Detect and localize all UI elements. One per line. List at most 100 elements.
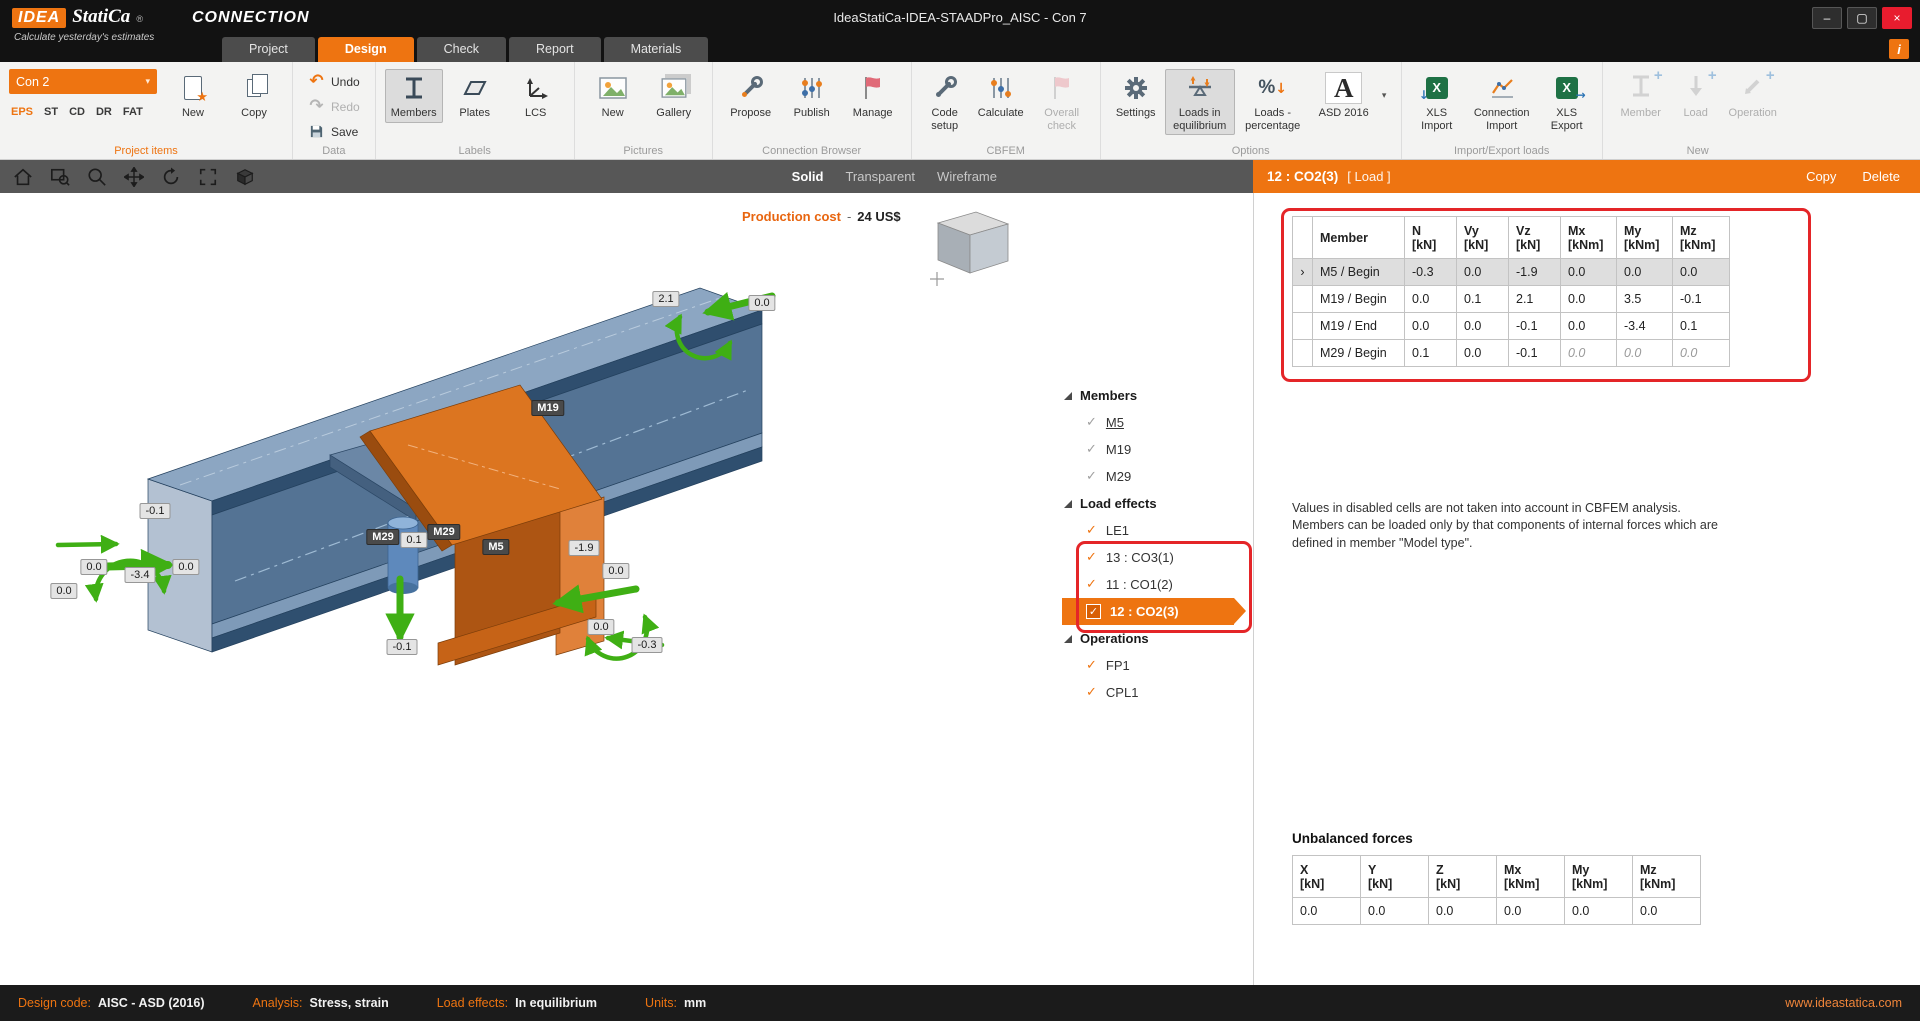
force-value-cell[interactable]: 0.0	[1405, 313, 1457, 340]
copy-load-button[interactable]: Copy	[1806, 169, 1836, 184]
checkbox-icon[interactable]: ✓	[1086, 443, 1097, 456]
info-button[interactable]: i	[1889, 39, 1909, 59]
navigation-cube[interactable]	[930, 212, 1008, 286]
tab-materials[interactable]: Materials	[604, 37, 709, 62]
zoom-icon[interactable]	[86, 166, 108, 188]
new-project-item-button[interactable]: ★ New	[164, 69, 222, 123]
flag-eps[interactable]: EPS	[11, 106, 33, 118]
flag-cd[interactable]: CD	[69, 106, 85, 118]
force-value-cell[interactable]: 0.0	[1561, 286, 1617, 313]
plates-labels-button[interactable]: Plates	[446, 69, 504, 123]
force-value-cell[interactable]: 0.0	[1673, 259, 1730, 286]
tab-check[interactable]: Check	[417, 37, 506, 62]
collapse-arrow-icon[interactable]	[1064, 635, 1072, 643]
home-view-icon[interactable]	[12, 166, 34, 188]
tree-item-m19[interactable]: ✓M19	[1062, 436, 1234, 463]
force-value-cell[interactable]: -0.1	[1509, 340, 1561, 367]
force-value-cell[interactable]: 0.1	[1457, 286, 1509, 313]
row-selector-cell[interactable]	[1293, 286, 1313, 313]
checkbox-icon[interactable]: ✓	[1086, 524, 1097, 537]
force-value-cell[interactable]: 0.0	[1561, 259, 1617, 286]
collapse-arrow-icon[interactable]	[1064, 500, 1072, 508]
force-value-cell[interactable]: -0.3	[1405, 259, 1457, 286]
forces-row-m19-end[interactable]: M19 / End0.00.0-0.10.0-3.40.1	[1293, 313, 1730, 340]
force-value-cell[interactable]: 0.0	[1457, 259, 1509, 286]
row-selector-cell[interactable]: ›	[1293, 259, 1313, 286]
connection-selector[interactable]: Con 2 ▾	[9, 69, 157, 94]
tree-item-m5[interactable]: ✓M5	[1062, 409, 1234, 436]
force-value-cell[interactable]: 2.1	[1509, 286, 1561, 313]
view-mode-solid[interactable]: Solid	[792, 169, 824, 184]
design-code-split-button[interactable]: A ASD 2016 ▾	[1311, 69, 1392, 123]
checkbox-icon[interactable]: ✓	[1086, 551, 1097, 564]
force-value-cell[interactable]: 0.0	[1617, 259, 1673, 286]
force-value-cell[interactable]: 0.0	[1457, 340, 1509, 367]
members-labels-button[interactable]: Members	[385, 69, 443, 123]
view-mode-wireframe[interactable]: Wireframe	[937, 169, 997, 184]
pan-icon[interactable]	[123, 166, 145, 188]
lcs-labels-button[interactable]: LCS	[507, 69, 565, 123]
tree-item-11-co1-2[interactable]: ✓11 : CO1(2)	[1062, 571, 1234, 598]
delete-load-button[interactable]: Delete	[1862, 169, 1900, 184]
new-operation-button[interactable]: + Operation	[1722, 69, 1784, 123]
new-load-button[interactable]: + Load	[1673, 69, 1719, 123]
gallery-button[interactable]: Gallery	[645, 69, 703, 123]
new-picture-button[interactable]: New	[584, 69, 642, 123]
chevron-down-icon[interactable]: ▾	[1377, 69, 1392, 123]
tab-project[interactable]: Project	[222, 37, 315, 62]
website-link[interactable]: www.ideastatica.com	[1785, 996, 1902, 1010]
checkbox-icon[interactable]: ✓	[1086, 578, 1097, 591]
force-value-cell[interactable]: 0.1	[1673, 313, 1730, 340]
tab-design[interactable]: Design	[318, 37, 414, 62]
loads-percentage-button[interactable]: %↓ Loads - percentage	[1238, 69, 1308, 135]
connection-import-button[interactable]: Connection Import	[1466, 69, 1538, 135]
tree-section-members[interactable]: Members	[1062, 382, 1252, 409]
checkbox-icon[interactable]: ✓	[1086, 416, 1097, 429]
xls-import-button[interactable]: X↓ XLS Import	[1411, 69, 1463, 135]
loads-in-equilibrium-button[interactable]: Loads in equilibrium	[1165, 69, 1235, 135]
propose-button[interactable]: Propose	[722, 69, 780, 123]
row-selector-cell[interactable]	[1293, 313, 1313, 340]
zoom-extents-icon[interactable]	[197, 166, 219, 188]
checkbox-icon[interactable]: ✓	[1086, 659, 1097, 672]
row-selector-cell[interactable]	[1293, 340, 1313, 367]
force-value-cell[interactable]: 0.0	[1561, 340, 1617, 367]
xls-export-button[interactable]: X→ XLS Export	[1541, 69, 1593, 135]
redo-button[interactable]: ↷Redo	[302, 96, 366, 117]
tree-section-load-effects[interactable]: Load effects	[1062, 490, 1252, 517]
save-button[interactable]: Save	[302, 121, 366, 142]
force-value-cell[interactable]: 0.0	[1457, 313, 1509, 340]
tree-item-cpl1[interactable]: ✓CPL1	[1062, 679, 1234, 706]
force-value-cell[interactable]: -3.4	[1617, 313, 1673, 340]
3d-viewport[interactable]: Production cost - 24 US$ M19M29M29M52.10…	[0, 193, 1253, 985]
minimize-button[interactable]: –	[1812, 7, 1842, 29]
forces-row-m29-begin[interactable]: M29 / Begin0.10.0-0.10.00.00.0	[1293, 340, 1730, 367]
perspective-cube-icon[interactable]	[234, 166, 256, 188]
tree-item-12-co2-3[interactable]: ✓12 : CO2(3)	[1062, 598, 1234, 625]
tab-report[interactable]: Report	[509, 37, 601, 62]
force-value-cell[interactable]: 0.0	[1405, 286, 1457, 313]
calculate-button[interactable]: Calculate	[972, 69, 1030, 123]
view-mode-transparent[interactable]: Transparent	[845, 169, 915, 184]
refresh-icon[interactable]	[160, 166, 182, 188]
maximize-button[interactable]: ▢	[1847, 7, 1877, 29]
force-value-cell[interactable]: -0.1	[1509, 313, 1561, 340]
tree-section-operations[interactable]: Operations	[1062, 625, 1252, 652]
force-value-cell[interactable]: 0.0	[1561, 313, 1617, 340]
force-value-cell[interactable]: 3.5	[1617, 286, 1673, 313]
tree-item-le1[interactable]: ✓LE1	[1062, 517, 1234, 544]
checkbox-icon[interactable]: ✓	[1086, 470, 1097, 483]
force-value-cell[interactable]: 0.0	[1673, 340, 1730, 367]
checkbox-icon[interactable]: ✓	[1086, 686, 1097, 699]
forces-row-m19-begin[interactable]: M19 / Begin0.00.12.10.03.5-0.1	[1293, 286, 1730, 313]
checkbox-icon[interactable]: ✓	[1086, 604, 1101, 619]
publish-button[interactable]: Publish	[783, 69, 841, 123]
tree-item-m29[interactable]: ✓M29	[1062, 463, 1234, 490]
undo-button[interactable]: ↶Undo	[302, 71, 366, 92]
force-value-cell[interactable]: -1.9	[1509, 259, 1561, 286]
flag-dr[interactable]: DR	[96, 106, 112, 118]
force-value-cell[interactable]: 0.0	[1617, 340, 1673, 367]
settings-button[interactable]: Settings	[1110, 69, 1162, 123]
tree-item-13-co3-1[interactable]: ✓13 : CO3(1)	[1062, 544, 1234, 571]
forces-row-m5-begin[interactable]: ›M5 / Begin-0.30.0-1.90.00.00.0	[1293, 259, 1730, 286]
